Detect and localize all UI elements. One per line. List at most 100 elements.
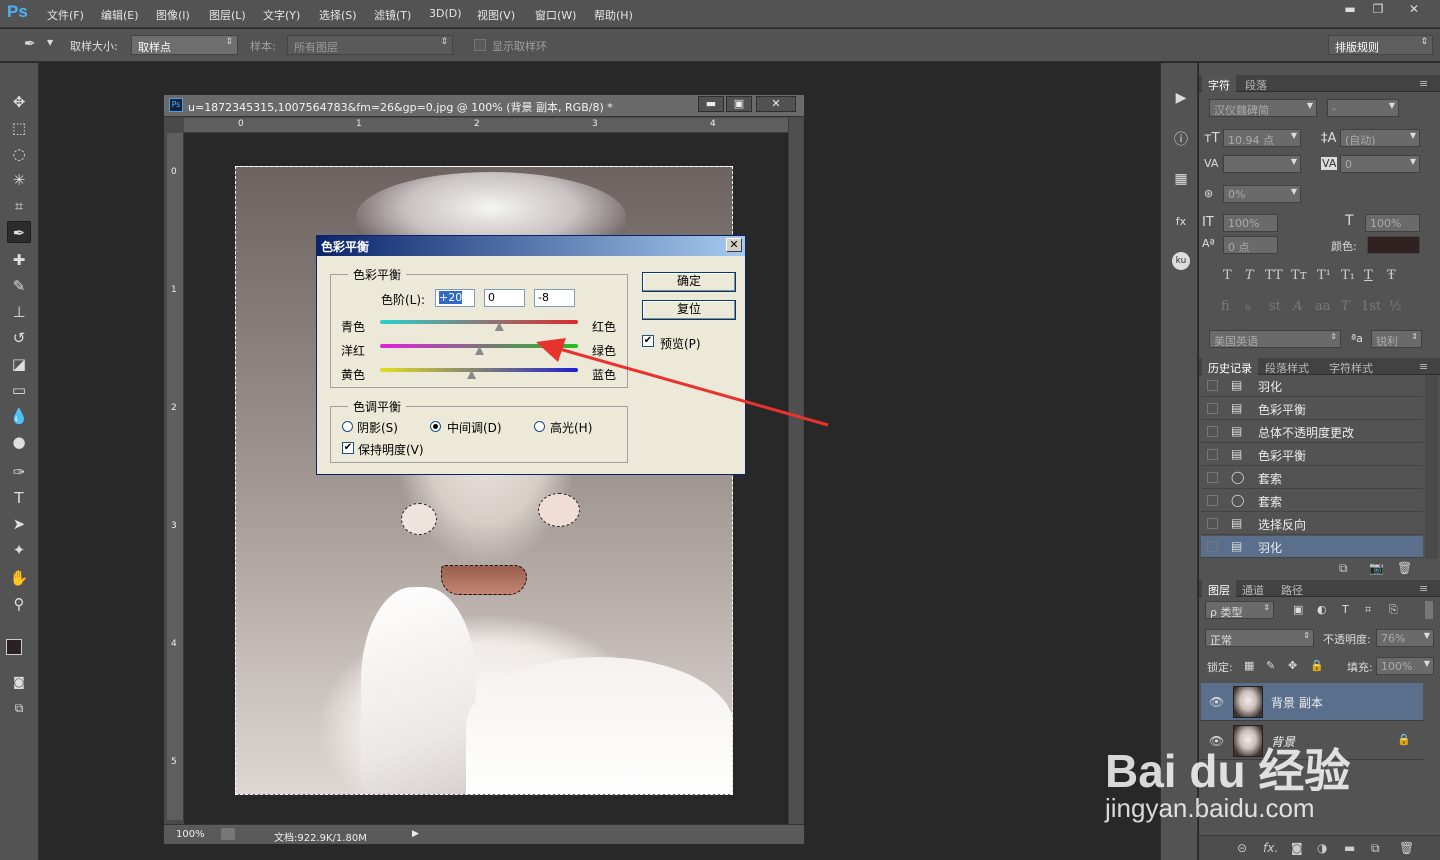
preview-checkbox[interactable]: ✔ <box>642 335 654 347</box>
tab-paths[interactable]: 路径 <box>1281 582 1303 598</box>
all-caps-button[interactable]: TT <box>1265 268 1283 283</box>
cyan-red-slider-track[interactable] <box>380 320 578 324</box>
history-scrollbar[interactable] <box>1425 375 1438 559</box>
document-tab[interactable]: Ps u=1872345315,1007564783&fm=26&gp=0.jp… <box>164 95 804 117</box>
new-document-from-state-icon[interactable]: ⧉ <box>1339 561 1348 576</box>
vertical-scale-field[interactable]: 100% <box>1223 214 1278 232</box>
tab-channels[interactable]: 通道 <box>1242 582 1264 598</box>
delete-layer-icon[interactable]: 🗑 <box>1399 841 1414 855</box>
panel-menu-icon[interactable]: ≡ <box>1419 360 1428 373</box>
dialog-close-icon[interactable]: ✕ <box>726 238 742 252</box>
tab-paragraph-styles[interactable]: 段落样式 <box>1265 360 1309 376</box>
doc-restore-button[interactable]: ▣ <box>726 96 752 112</box>
ku-plugin-icon[interactable]: ku <box>1172 252 1190 270</box>
add-mask-icon[interactable]: ◙ <box>1291 841 1303 855</box>
history-item[interactable]: ▤ 羽化 <box>1201 536 1423 558</box>
shadows-label[interactable]: 阴影(S) <box>357 419 398 436</box>
menu-help[interactable]: 帮助(H) <box>594 7 633 23</box>
ordinals-button[interactable]: 1st <box>1361 299 1381 314</box>
link-layers-icon[interactable]: ⊝ <box>1237 841 1247 855</box>
tab-layers[interactable]: 图层 <box>1202 580 1236 597</box>
minimize-button[interactable]: ▬ <box>1336 1 1364 19</box>
ruler-vertical[interactable]: 0 1 2 3 4 5 <box>167 133 184 820</box>
blend-mode-select[interactable]: 正常 ⇕ <box>1205 629 1314 647</box>
delete-state-icon[interactable]: 🗑 <box>1397 561 1412 575</box>
reset-button[interactable]: 复位 <box>642 300 736 320</box>
text-color-swatch[interactable] <box>1367 236 1420 254</box>
add-layer-style-icon[interactable]: fx. <box>1263 841 1278 855</box>
menu-type[interactable]: 文字(Y) <box>263 7 300 23</box>
old-style-button[interactable]: ℴ <box>1245 299 1251 314</box>
snapshot-camera-icon[interactable]: 📷 <box>1369 561 1384 575</box>
zoom-tool-icon[interactable]: ⚲ <box>7 593 31 615</box>
ruler-horizontal[interactable]: 0 1 2 3 4 <box>184 118 788 133</box>
opacity-field[interactable]: 76% ▼ <box>1376 629 1434 647</box>
type-tool-icon[interactable]: T <box>7 487 31 509</box>
antialias-select[interactable]: 锐利 ⇕ <box>1371 330 1422 348</box>
swash-button[interactable]: A <box>1293 299 1302 314</box>
eraser-tool-icon[interactable]: ◪ <box>7 353 31 375</box>
kerning-field[interactable]: ▼ <box>1223 155 1301 173</box>
menu-edit[interactable]: 编辑(E) <box>101 7 139 23</box>
ok-button[interactable]: 确定 <box>642 272 736 292</box>
doc-close-button[interactable]: ✕ <box>756 96 796 112</box>
history-state-checkbox[interactable] <box>1207 380 1218 391</box>
restore-button[interactable]: ❐ <box>1364 1 1392 19</box>
vertical-scrollbar[interactable] <box>788 118 802 824</box>
clone-stamp-tool-icon[interactable]: ⊥ <box>7 301 31 323</box>
lock-transparent-icon[interactable]: ▦ <box>1244 659 1254 672</box>
filter-pixel-icon[interactable]: ▣ <box>1293 603 1303 616</box>
panel-menu-icon[interactable]: ≡ <box>1419 77 1428 90</box>
lock-all-icon[interactable]: 🔒 <box>1310 659 1324 672</box>
sample-size-select[interactable]: 取样点 ⇕ <box>131 35 238 55</box>
history-state-checkbox[interactable] <box>1207 472 1218 483</box>
lock-position-icon[interactable]: ✥ <box>1288 659 1297 672</box>
tracking-field[interactable]: 0 ▼ <box>1340 155 1420 173</box>
quick-mask-icon[interactable]: ◙ <box>7 671 31 693</box>
tab-paragraph[interactable]: 段落 <box>1245 77 1267 93</box>
brush-tool-icon[interactable]: ✎ <box>7 275 31 297</box>
history-item[interactable]: ▤ 色彩平衡 <box>1201 398 1423 420</box>
highlights-label[interactable]: 高光(H) <box>550 419 592 436</box>
history-item[interactable]: ▤ 总体不透明度更改 <box>1201 421 1423 443</box>
lock-pixels-icon[interactable]: ✎ <box>1266 659 1275 672</box>
history-item[interactable]: ▤ 选择反向 <box>1201 513 1423 535</box>
new-group-icon[interactable]: ▬ <box>1344 841 1355 855</box>
level-cyan-red-input[interactable]: +20 <box>435 289 475 307</box>
visibility-eye-icon[interactable]: 👁 <box>1209 695 1224 709</box>
menu-select[interactable]: 选择(S) <box>319 7 357 23</box>
discretionary-ligatures-button[interactable]: st <box>1269 299 1281 314</box>
faux-italic-button[interactable]: T <box>1245 268 1254 283</box>
horizontal-scale-field[interactable]: 100% <box>1365 214 1420 232</box>
filter-smart-object-icon[interactable]: ⎘ <box>1389 603 1398 617</box>
shadows-radio[interactable] <box>342 421 353 432</box>
gradient-tool-icon[interactable]: ▭ <box>7 379 31 401</box>
history-state-checkbox[interactable] <box>1207 426 1218 437</box>
menu-view[interactable]: 视图(V) <box>477 7 515 23</box>
fx-styles-icon[interactable]: fx <box>1170 211 1192 233</box>
workspace-select[interactable]: 排版规则 ⇕ <box>1328 35 1433 55</box>
history-state-checkbox[interactable] <box>1207 495 1218 506</box>
show-ring-checkbox[interactable] <box>474 39 486 51</box>
tsume-field[interactable]: 0% ▼ <box>1223 185 1301 203</box>
doc-minimize-button[interactable]: ▬ <box>698 96 724 112</box>
filter-shape-icon[interactable]: ⌗ <box>1365 603 1371 617</box>
info-icon[interactable]: ⓘ <box>1170 129 1192 151</box>
highlights-radio[interactable] <box>534 421 545 432</box>
crop-tool-icon[interactable]: ⌗ <box>7 195 31 217</box>
history-item[interactable]: ◯ 套索 <box>1201 467 1423 489</box>
zoom-level[interactable]: 100% <box>176 829 205 840</box>
level-yellow-blue-input[interactable]: -8 <box>534 289 575 307</box>
grid-icon[interactable]: ▦ <box>1170 168 1192 190</box>
subscript-button[interactable]: T₁ <box>1341 268 1355 283</box>
level-magenta-green-input[interactable]: 0 <box>484 289 525 307</box>
lasso-tool-icon[interactable]: ◌ <box>7 143 31 165</box>
language-select[interactable]: 美国英语 ⇕ <box>1209 330 1341 348</box>
stylistic-alternates-button[interactable]: aa <box>1315 299 1331 314</box>
path-selection-tool-icon[interactable]: ➤ <box>7 513 31 535</box>
midtones-label[interactable]: 中间调(D) <box>447 419 502 436</box>
titling-button[interactable]: T <box>1341 299 1350 314</box>
sample-select[interactable]: 所有图层 ⇕ <box>287 35 453 55</box>
history-state-checkbox[interactable] <box>1207 403 1218 414</box>
preserve-luminosity-label[interactable]: 保持明度(V) <box>358 441 424 458</box>
